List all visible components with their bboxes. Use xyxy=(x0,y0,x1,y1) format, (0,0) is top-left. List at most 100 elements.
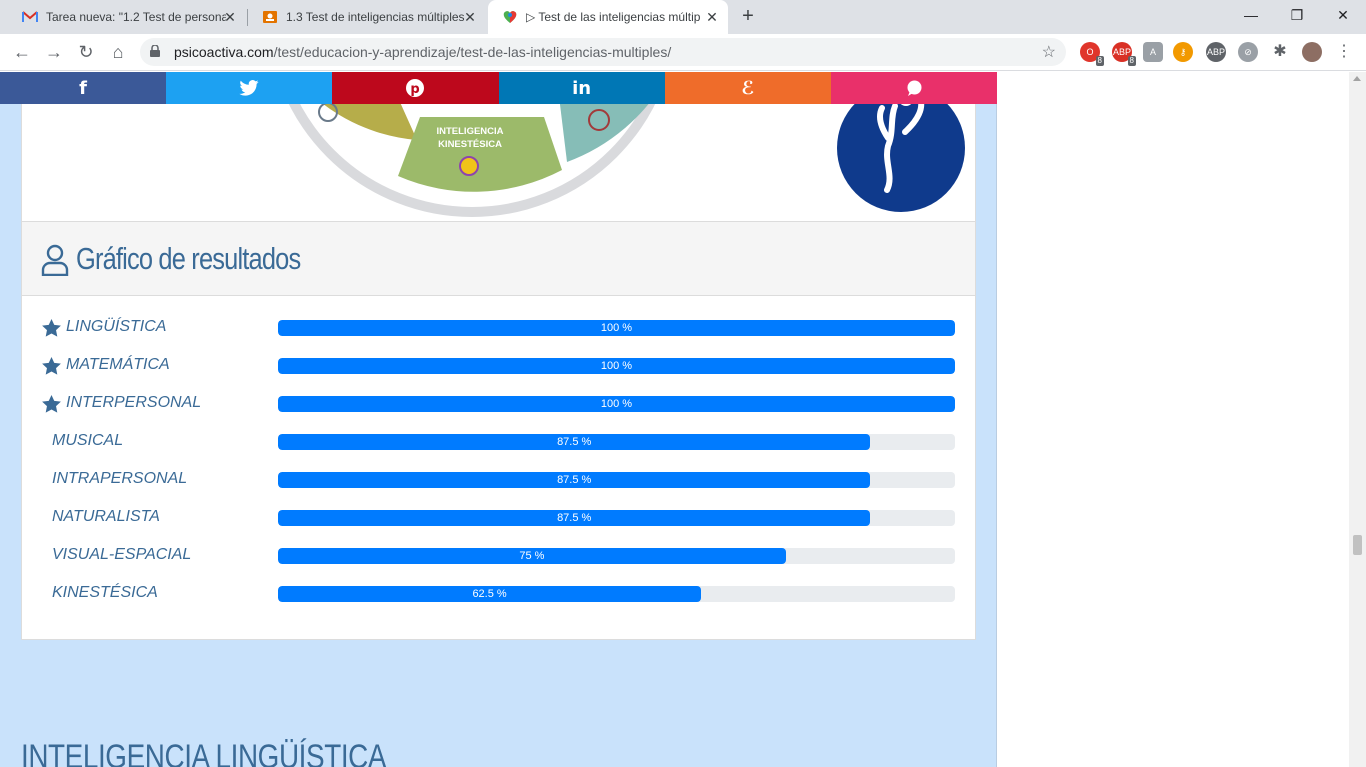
progress-value-label: 87.5 % xyxy=(557,512,592,524)
url-host: psicoactiva.com xyxy=(174,44,274,60)
result-row: KINESTÉSICA 62.5 % xyxy=(22,575,975,613)
puzzle-icon[interactable]: ✱ xyxy=(1270,42,1290,62)
forward-button[interactable]: → xyxy=(42,40,66,64)
close-tab-icon[interactable]: ✕ xyxy=(462,9,478,25)
progress-value-label: 100 % xyxy=(600,322,633,334)
meneame-share-button[interactable]: ℰ xyxy=(664,72,831,104)
result-label: KINESTÉSICA xyxy=(52,584,158,601)
progress-bar-fill: 62.5 % xyxy=(278,586,702,602)
home-button[interactable]: ⌂ xyxy=(106,40,130,64)
adblock-icon[interactable]: ABP 8 xyxy=(1112,42,1136,66)
progress-track: 75 % xyxy=(278,548,955,564)
result-label: MUSICAL xyxy=(52,432,124,449)
facebook-share-button[interactable]: f xyxy=(0,72,167,104)
progress-value-label: 100 % xyxy=(600,360,633,372)
social-share-bar: f p in ℰ xyxy=(0,72,998,104)
result-row: MUSICAL 87.5 % xyxy=(22,423,975,461)
bookmark-star-icon[interactable]: ☆ xyxy=(1042,42,1056,62)
close-window-button[interactable]: ✕ xyxy=(1320,0,1366,30)
progress-track: 100 % xyxy=(278,396,955,412)
key-icon[interactable]: ⚷ xyxy=(1173,42,1193,62)
twitter-share-button[interactable] xyxy=(166,72,333,104)
extension-badge: 8 xyxy=(1127,56,1136,66)
scrollbar-thumb[interactable] xyxy=(1353,535,1362,555)
result-row: VISUAL-ESPACIAL 75 % xyxy=(22,537,975,575)
wheel-segment-label-2: KINESTÉSICA xyxy=(438,139,502,150)
results-card: Gráfico de resultados LINGÜÍSTICA 100 % MA… xyxy=(21,221,976,640)
restore-button[interactable]: ❐ xyxy=(1274,0,1320,30)
progress-bar-fill: 87.5 % xyxy=(278,510,871,526)
lock-icon xyxy=(150,45,160,57)
opera-icon[interactable]: O8 xyxy=(1080,42,1104,66)
tab-psicoactiva[interactable]: ▷ Test de las inteligencias múltip ✕ xyxy=(488,0,728,34)
minimize-button[interactable]: — xyxy=(1228,0,1274,30)
result-label: LINGÜÍSTICA xyxy=(66,318,167,335)
whatsapp-share-button[interactable] xyxy=(830,72,998,104)
progress-track: 100 % xyxy=(278,358,955,374)
psicoactiva-icon xyxy=(502,9,518,25)
address-bar[interactable]: psicoactiva.com/test/educacion-y-aprendi… xyxy=(140,38,1066,66)
gmail-icon xyxy=(22,9,38,25)
tab-gmail[interactable]: Tarea nueva: "1.2 Test de persona ✕ xyxy=(8,0,246,34)
avatar[interactable] xyxy=(1302,42,1322,62)
tab-classroom[interactable]: 1.3 Test de inteligencias múltiples ✕ xyxy=(248,0,486,34)
close-tab-icon[interactable]: ✕ xyxy=(222,9,238,25)
linkedin-share-button[interactable]: in xyxy=(498,72,665,104)
new-tab-button[interactable]: + xyxy=(737,6,759,28)
browser-toolbar: ← → ↻ ⌂ psicoactiva.com/test/educacion-y… xyxy=(0,34,1366,71)
progress-bar-fill: 100 % xyxy=(278,358,955,374)
abp-icon[interactable]: ABP xyxy=(1206,42,1226,62)
result-row: INTERPERSONAL 100 % xyxy=(22,385,975,423)
result-row: MATEMÁTICA 100 % xyxy=(22,347,975,385)
svg-text:p: p xyxy=(411,82,420,97)
result-label: VISUAL-ESPACIAL xyxy=(52,546,192,563)
progress-value-label: 87.5 % xyxy=(557,436,592,448)
result-label: NATURALISTA xyxy=(52,508,160,525)
progress-bar-fill: 75 % xyxy=(278,548,786,564)
extension-badge: 8 xyxy=(1095,56,1104,66)
tab-title: 1.3 Test de inteligencias múltiples xyxy=(286,10,465,24)
url-text: psicoactiva.com/test/educacion-y-aprendi… xyxy=(174,44,671,60)
tab-strip: Tarea nueva: "1.2 Test de persona ✕ 1.3 … xyxy=(0,0,1366,34)
back-button[interactable]: ← xyxy=(10,40,34,64)
result-row: INTRAPERSONAL 87.5 % xyxy=(22,461,975,499)
results-title: Gráfico de resultados xyxy=(76,241,301,276)
reload-button[interactable]: ↻ xyxy=(74,40,98,64)
progress-value-label: 100 % xyxy=(600,398,633,410)
wheel-segment-label-1: INTELIGENCIA xyxy=(436,126,503,137)
page-viewport: INTELIGENCIA KINESTÉSICA f p in ℰ Gráfic… xyxy=(0,72,1366,767)
star-icon xyxy=(42,395,61,413)
compass-icon[interactable]: ⊘ xyxy=(1238,42,1258,62)
classroom-icon xyxy=(262,9,278,25)
pdf-icon[interactable]: A xyxy=(1143,42,1163,62)
pinterest-share-button[interactable]: p xyxy=(332,72,499,104)
result-row: NATURALISTA 87.5 % xyxy=(22,499,975,537)
progress-value-label: 75 % xyxy=(519,550,545,562)
progress-bar-fill: 100 % xyxy=(278,320,955,336)
user-icon xyxy=(41,244,69,276)
close-tab-icon[interactable]: ✕ xyxy=(704,9,720,25)
menu-dots-icon[interactable]: ⋮ xyxy=(1334,42,1354,62)
progress-track: 62.5 % xyxy=(278,586,955,602)
tab-title: ▷ Test de las inteligencias múltip xyxy=(526,10,701,24)
progress-track: 100 % xyxy=(278,320,955,336)
result-row: LINGÜÍSTICA 100 % xyxy=(22,309,975,347)
results-header: Gráfico de resultados xyxy=(22,222,975,296)
progress-track: 87.5 % xyxy=(278,434,955,450)
twitter-icon xyxy=(239,80,259,96)
progress-bar-fill: 87.5 % xyxy=(278,434,871,450)
pinterest-icon: p xyxy=(406,79,425,97)
person-icon xyxy=(459,156,479,176)
section-heading: INTELIGENCIA LINGÜÍSTICA xyxy=(21,738,387,767)
result-label: MATEMÁTICA xyxy=(66,356,170,373)
tab-title: Tarea nueva: "1.2 Test de persona xyxy=(46,10,226,24)
progress-track: 87.5 % xyxy=(278,472,955,488)
facebook-icon: f xyxy=(79,77,87,99)
result-label: INTERPERSONAL xyxy=(66,394,202,411)
progress-bar-fill: 87.5 % xyxy=(278,472,871,488)
progress-bar-fill: 100 % xyxy=(278,396,955,412)
whatsapp-icon xyxy=(907,80,922,96)
meneame-icon: ℰ xyxy=(741,77,755,99)
page-scrollbar[interactable] xyxy=(1349,72,1366,767)
scroll-up-icon[interactable] xyxy=(1353,76,1361,81)
